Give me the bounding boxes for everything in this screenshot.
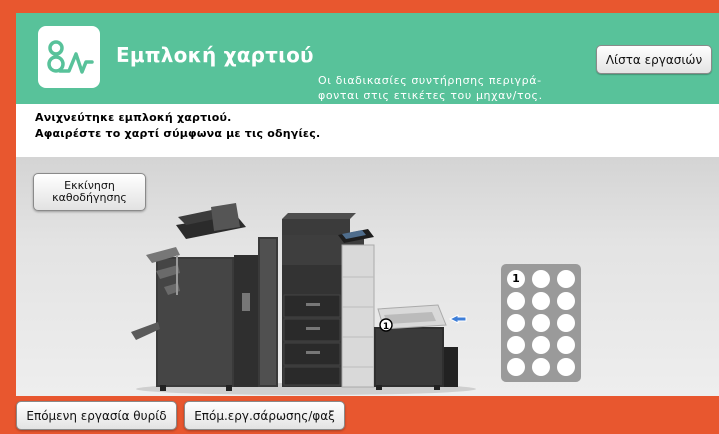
position-dot (532, 314, 550, 332)
paper-feed-arrow-icon (448, 314, 467, 324)
position-dot (532, 292, 550, 310)
position-dot (532, 270, 550, 288)
screen-frame: Εμπλοκή χαρτιού Οι διαδικασίες συντήρηση… (0, 0, 719, 434)
message-line-1: Ανιχνεύτηκε εμπλοκή χαρτιού. (35, 111, 232, 124)
message-panel: Ανιχνεύτηκε εμπλοκή χαρτιού. Αφαιρέστε τ… (16, 104, 719, 157)
paper-jam-icon (38, 26, 100, 88)
main-body (282, 213, 375, 388)
position-dot (532, 336, 550, 354)
footer-bar: Επόμενη εργασία θυρίδ Επόμ.εργ.σάρωσης/φ… (0, 396, 719, 434)
large-capacity-unit (374, 304, 458, 390)
header-bar: Εμπλοκή χαρτιού Οι διαδικασίες συντήρηση… (16, 13, 719, 104)
position-dot (532, 358, 550, 376)
maintenance-note-line1: Οι διαδικασίες συντήρησης περιγρά- (318, 74, 542, 87)
printer-illustration: 1 (131, 203, 476, 395)
svg-text:1: 1 (383, 322, 389, 332)
next-scan-fax-job-button[interactable]: Επόμ.εργ.σάρωσης/φαξ (184, 401, 345, 430)
position-dot (507, 358, 525, 376)
position-dot (557, 292, 575, 310)
message-line-2: Αφαιρέστε το χαρτί σύμφωνα με τις οδηγίε… (35, 127, 321, 140)
illustration-area: Εκκίνηση καθοδήγησης 1 1 (16, 157, 719, 396)
position-dot (507, 336, 525, 354)
jam-location-marker: 1 (379, 318, 393, 332)
position-dot (557, 336, 575, 354)
position-dot (507, 292, 525, 310)
finisher-unit (131, 203, 258, 391)
position-dot (507, 314, 525, 332)
next-box-job-button[interactable]: Επόμενη εργασία θυρίδ (16, 401, 177, 430)
page-title: Εμπλοκή χαρτιού (116, 43, 314, 67)
jam-position-panel: 1 (501, 264, 581, 382)
job-list-button[interactable]: Λίστα εργασιών (596, 45, 712, 74)
position-dot (557, 314, 575, 332)
maintenance-note-line2: φονται στις ετικέτες του μηχαν/τος. (318, 89, 543, 102)
position-dot-1: 1 (507, 270, 525, 288)
position-dot (557, 358, 575, 376)
maintenance-note: Οι διαδικασίες συντήρησης περιγρά- φοντα… (318, 73, 588, 103)
position-dot (557, 270, 575, 288)
